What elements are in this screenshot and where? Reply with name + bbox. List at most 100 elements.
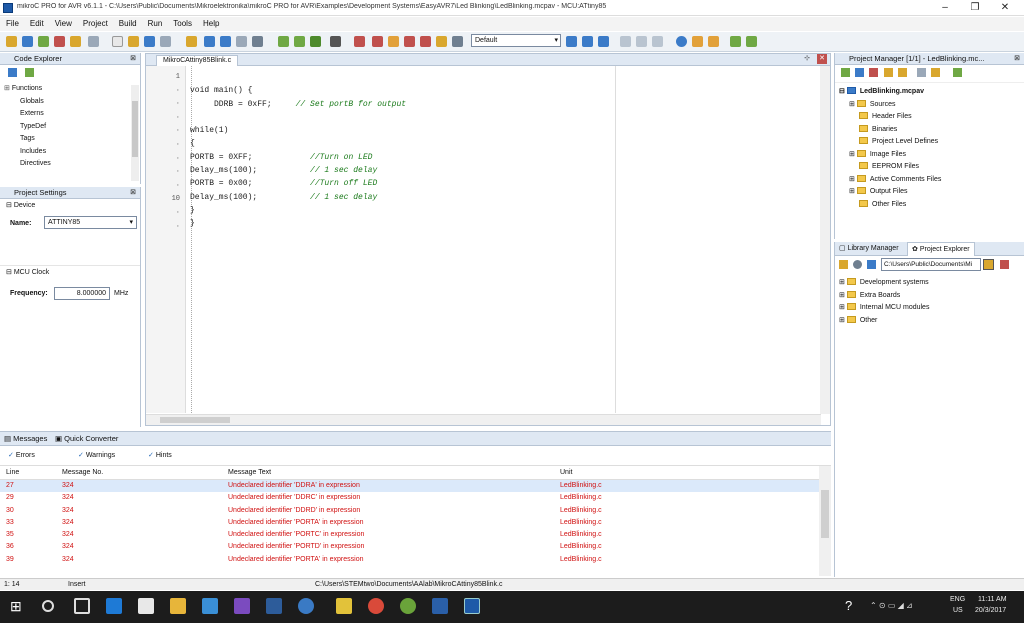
build-config-select[interactable]: Default ▾: [471, 34, 561, 47]
close-tab-icon[interactable]: ✕: [817, 54, 827, 64]
forward-arrow-icon[interactable]: [746, 36, 757, 47]
build-program-icon[interactable]: [310, 36, 321, 47]
sort-icon[interactable]: [8, 68, 17, 77]
build-all-icon[interactable]: [294, 36, 305, 47]
message-row[interactable]: 39 324 Undeclared identifier 'PORTA' in ex…: [0, 554, 831, 566]
tree-item-binaries[interactable]: Binaries: [839, 124, 1020, 137]
add-file-icon[interactable]: [70, 36, 81, 47]
filter-hints[interactable]: ✓ Hints: [148, 451, 172, 459]
breakpoint-icon[interactable]: [436, 36, 447, 47]
new-file-icon[interactable]: [917, 68, 927, 77]
editor-vscrollbar[interactable]: [820, 66, 830, 414]
stop-debug-icon[interactable]: [420, 36, 431, 47]
build-icon[interactable]: [278, 36, 289, 47]
tree-item-header-files[interactable]: Header Files: [839, 111, 1020, 124]
tree-item-globals[interactable]: Globals: [4, 96, 140, 109]
col-line[interactable]: Line: [6, 466, 19, 479]
tree-item-image-files[interactable]: ⊞ Image Files: [839, 149, 1020, 162]
task-view-icon[interactable]: [74, 598, 90, 614]
panel-close-icon[interactable]: ⊠: [1014, 53, 1020, 64]
app-tool-icon[interactable]: [202, 598, 218, 614]
save-all-icon[interactable]: [160, 36, 171, 47]
search-icon[interactable]: [42, 600, 54, 612]
tree-item-eeprom-files[interactable]: EEPROM Files: [839, 161, 1020, 174]
stop-icon[interactable]: [1000, 260, 1009, 269]
edit-config-icon[interactable]: [566, 36, 577, 47]
frequency-input[interactable]: 8.000000: [54, 287, 110, 300]
messages-scrollbar[interactable]: [819, 466, 831, 576]
new-file-icon[interactable]: [112, 36, 123, 47]
tab-library-manager[interactable]: ▢ Library Manager: [839, 244, 899, 252]
edge-icon[interactable]: [106, 598, 122, 614]
add-icon[interactable]: [841, 68, 850, 77]
refresh-icon[interactable]: [25, 68, 35, 77]
tree-item-defines[interactable]: Project Level Defines: [839, 136, 1020, 149]
code-explorer-scrollbar[interactable]: [131, 85, 139, 181]
options-icon[interactable]: [708, 36, 719, 47]
menu-tools[interactable]: Tools: [167, 17, 197, 28]
seven-seg-icon[interactable]: [636, 36, 647, 47]
minimize-button[interactable]: –: [930, 0, 960, 16]
open-project-icon[interactable]: [22, 36, 33, 47]
back-arrow-icon[interactable]: [730, 36, 741, 47]
input-region[interactable]: US: [953, 607, 963, 614]
word-icon[interactable]: [432, 598, 448, 614]
copy-icon[interactable]: [236, 36, 247, 47]
tree-item-typedef[interactable]: TypeDef: [4, 121, 140, 134]
message-row[interactable]: 27 324 Undeclared identifier 'DDRA' in exp…: [0, 480, 831, 493]
back-icon[interactable]: [853, 260, 862, 269]
panel-close-icon[interactable]: ⊠: [130, 53, 136, 64]
app-icon[interactable]: [400, 598, 416, 614]
input-language[interactable]: ENG: [950, 596, 965, 603]
menu-build[interactable]: Build: [113, 17, 142, 28]
cut-icon[interactable]: [220, 36, 231, 47]
up-icon[interactable]: [867, 260, 876, 269]
editor-hscrollbar[interactable]: [146, 414, 821, 425]
clock-time[interactable]: 11:11 AM: [978, 596, 1007, 603]
explorer-item-dev-systems[interactable]: ⊞ Development systems: [839, 277, 1020, 290]
open-icon[interactable]: [855, 68, 865, 77]
tree-item-output-files[interactable]: ⊞ Output Files: [839, 186, 1020, 199]
help-icon[interactable]: [676, 36, 687, 47]
menu-project[interactable]: Project: [77, 17, 113, 28]
filter-errors[interactable]: ✓ Errors: [8, 451, 35, 459]
device-section[interactable]: ⊟ Device: [0, 199, 140, 213]
store-icon[interactable]: [138, 598, 154, 614]
redo-icon[interactable]: [204, 36, 215, 47]
statistics-icon[interactable]: [388, 36, 399, 47]
app-icon[interactable]: [336, 598, 352, 614]
file-explorer-icon[interactable]: [170, 598, 186, 614]
programmer-icon[interactable]: [330, 36, 341, 47]
chrome-icon[interactable]: [368, 598, 384, 614]
listing-icon[interactable]: [372, 36, 383, 47]
menu-help[interactable]: Help: [197, 17, 224, 28]
debug-icon[interactable]: [404, 36, 415, 47]
open-file-icon[interactable]: [128, 36, 139, 47]
menu-run[interactable]: Run: [142, 17, 168, 28]
tree-item-sources[interactable]: ⊞ Sources: [839, 99, 1020, 112]
explorer-item-other[interactable]: ⊞ Other: [839, 315, 1020, 328]
tab-project-explorer[interactable]: ✿ Project Explorer: [907, 242, 975, 256]
filter-warnings[interactable]: ✓ Warnings: [78, 451, 115, 459]
col-message-no[interactable]: Message No.: [62, 466, 103, 479]
editor-tab[interactable]: MikroCAttiny85Blink.c: [156, 55, 239, 66]
tree-item-externs[interactable]: Externs: [4, 108, 140, 121]
paste-icon[interactable]: [252, 36, 263, 47]
explorer-item-extra-boards[interactable]: ⊞ Extra Boards: [839, 290, 1020, 303]
app-icon[interactable]: [298, 598, 314, 614]
lcd-designer-icon[interactable]: [652, 36, 663, 47]
app-icon[interactable]: [266, 598, 282, 614]
edit-icon[interactable]: [931, 68, 941, 77]
browse-icon[interactable]: [983, 259, 994, 270]
folder-icon[interactable]: [883, 68, 893, 77]
project-root[interactable]: ⊟ LedBlinking.mcpav: [839, 86, 1020, 99]
save-icon[interactable]: [897, 68, 907, 77]
tree-item-includes[interactable]: Includes: [4, 146, 140, 159]
tab-quick-converter[interactable]: ▣ Quick Converter: [55, 434, 118, 443]
project-options-icon[interactable]: [582, 36, 593, 47]
maximize-button[interactable]: ❐: [960, 0, 990, 16]
device-select[interactable]: ATTINY85 ▾: [44, 216, 137, 229]
pin-icon[interactable]: ⊹: [804, 54, 810, 62]
build-icon[interactable]: [952, 68, 962, 77]
tree-item-other-files[interactable]: Other Files: [839, 199, 1020, 212]
